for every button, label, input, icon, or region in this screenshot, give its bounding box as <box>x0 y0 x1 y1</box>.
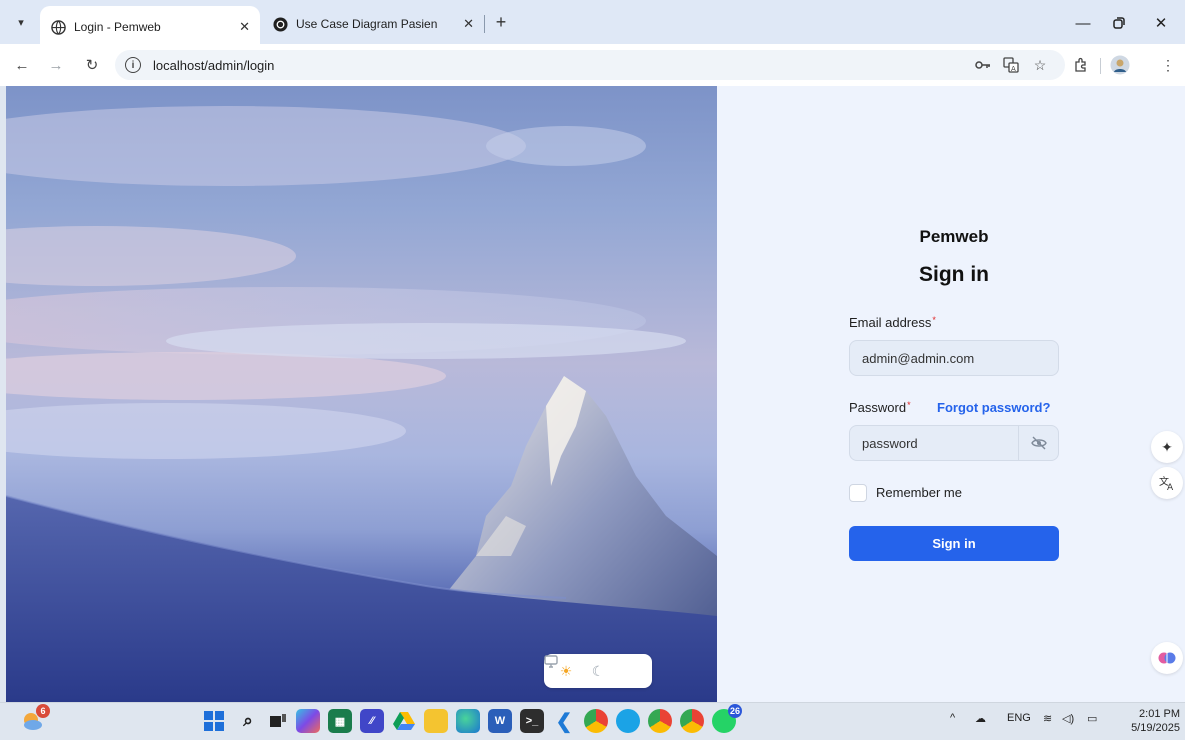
kebab-menu-icon[interactable]: ⋮ <box>1158 55 1178 75</box>
windows-start-icon[interactable] <box>202 709 226 733</box>
forgot-password-link[interactable]: Forgot password? <box>937 400 1050 415</box>
url-text: localhost/admin/login <box>153 57 275 73</box>
file-explorer-icon[interactable] <box>424 709 448 733</box>
clock-date: 5/19/2025 <box>1131 722 1180 734</box>
sign-in-button[interactable]: Sign in <box>849 526 1059 561</box>
vscode-icon[interactable]: ❮ <box>552 709 576 733</box>
password-label: Password* <box>849 400 911 415</box>
tab-divider <box>484 15 485 33</box>
chevron-down-icon: ▾ <box>18 16 24 29</box>
docker-icon[interactable] <box>616 709 640 733</box>
new-tab-button[interactable]: + <box>490 11 512 33</box>
theme-switcher: ☀ ☾ <box>544 654 652 688</box>
eye-slash-icon[interactable] <box>1018 426 1058 460</box>
password-label-text: Password <box>849 400 907 415</box>
edge-icon[interactable] <box>456 709 480 733</box>
google-drive-icon[interactable] <box>392 709 416 733</box>
email-label-text: Email address <box>849 315 932 330</box>
minimize-icon[interactable]: — <box>1068 10 1098 36</box>
onedrive-icon[interactable]: ☁ <box>975 712 986 725</box>
language-indicator[interactable]: ENG <box>1007 712 1031 724</box>
password-value: password <box>862 435 918 451</box>
chatgpt-icon <box>272 16 288 32</box>
brain-icon[interactable] <box>1151 642 1183 674</box>
back-arrow-icon[interactable]: ← <box>10 53 34 77</box>
extensions-icon[interactable] <box>1071 55 1091 75</box>
svg-text:A: A <box>1167 483 1174 491</box>
monitor-icon[interactable] <box>544 655 643 684</box>
svg-text:A: A <box>1011 65 1016 73</box>
store-icon[interactable]: ▦ <box>328 709 352 733</box>
mountain-hero-image: ☀ ☾ <box>6 86 717 702</box>
toolbar-divider <box>1100 58 1101 74</box>
browser-toolbar: ← → ↻ i localhost/admin/login A ☆ ⋮ <box>0 44 1185 86</box>
translate-icon[interactable]: A <box>1001 55 1021 75</box>
password-field[interactable]: password <box>849 425 1059 461</box>
word-icon[interactable]: W <box>488 709 512 733</box>
sparkle-icon[interactable]: ✦ <box>1151 431 1183 463</box>
chrome-profile-icon[interactable] <box>648 709 672 733</box>
chrome-profile-icon[interactable] <box>680 709 704 733</box>
restore-icon[interactable] <box>1104 10 1134 36</box>
system-clock[interactable]: 2:01 PM 5/19/2025 <box>1118 707 1180 735</box>
terminal-icon[interactable]: >_ <box>520 709 544 733</box>
site-info-icon[interactable]: i <box>125 57 141 73</box>
page-title: Sign in <box>919 263 989 286</box>
weather-badge: 6 <box>36 704 50 718</box>
required-mark: * <box>932 315 936 325</box>
windows-taskbar: 6 ⌕ ▦ ⁄⁄ W >_ ❮ 26 ^ ☁ ENG ≋ ◁) ▭ 2:01 P… <box>0 702 1185 740</box>
battery-icon[interactable]: ▭ <box>1087 712 1097 725</box>
chrome-icon[interactable] <box>584 709 608 733</box>
address-bar[interactable]: i localhost/admin/login <box>115 50 1065 80</box>
search-icon[interactable]: ⌕ <box>236 709 260 733</box>
volume-icon[interactable]: ◁) <box>1062 712 1074 725</box>
browser-tab-strip: ▾ Login - Pemweb ✕ Use Case Diagram Pasi… <box>0 0 1185 48</box>
translate-side-icon[interactable]: 文A <box>1151 467 1183 499</box>
tab-login-pemweb[interactable]: Login - Pemweb ✕ <box>40 6 260 48</box>
weather-icon[interactable]: 6 <box>20 704 50 733</box>
tab-title: Use Case Diagram Pasien <box>296 17 438 31</box>
remember-me-checkbox[interactable] <box>849 484 867 502</box>
tab-use-case-diagram[interactable]: Use Case Diagram Pasien ✕ <box>262 7 484 41</box>
close-icon[interactable]: ✕ <box>239 19 250 35</box>
moon-icon[interactable]: ☾ <box>585 658 611 684</box>
wifi-icon[interactable]: ≋ <box>1043 712 1052 725</box>
chevron-up-icon[interactable]: ^ <box>950 712 955 724</box>
copilot-icon[interactable] <box>296 709 320 733</box>
window-close-icon[interactable]: ✕ <box>1146 10 1176 36</box>
remember-me-label[interactable]: Remember me <box>876 485 962 500</box>
login-page: ☀ ☾ Pemweb Sign in Email address* admin@… <box>6 86 1185 702</box>
email-field[interactable]: admin@admin.com <box>849 340 1059 376</box>
whatsapp-badge: 26 <box>727 704 742 718</box>
task-view-icon[interactable] <box>266 709 290 733</box>
email-value: admin@admin.com <box>862 350 975 366</box>
profile-avatar[interactable] <box>1110 55 1130 75</box>
brand-name: Pemweb <box>919 227 989 246</box>
tab-title: Login - Pemweb <box>74 20 161 34</box>
whatsapp-icon[interactable]: 26 <box>712 704 742 733</box>
star-icon[interactable]: ☆ <box>1030 55 1050 75</box>
required-mark: * <box>907 400 911 410</box>
email-label: Email address* <box>849 315 936 330</box>
close-icon[interactable]: ✕ <box>463 16 474 32</box>
reload-icon[interactable]: ↻ <box>80 53 104 77</box>
pen-app-icon[interactable]: ⁄⁄ <box>360 709 384 733</box>
key-icon[interactable] <box>973 55 993 75</box>
clock-time: 2:01 PM <box>1139 708 1180 720</box>
tab-search-button[interactable]: ▾ <box>10 11 32 33</box>
globe-icon <box>50 19 66 35</box>
forward-arrow-icon[interactable]: → <box>44 53 68 77</box>
